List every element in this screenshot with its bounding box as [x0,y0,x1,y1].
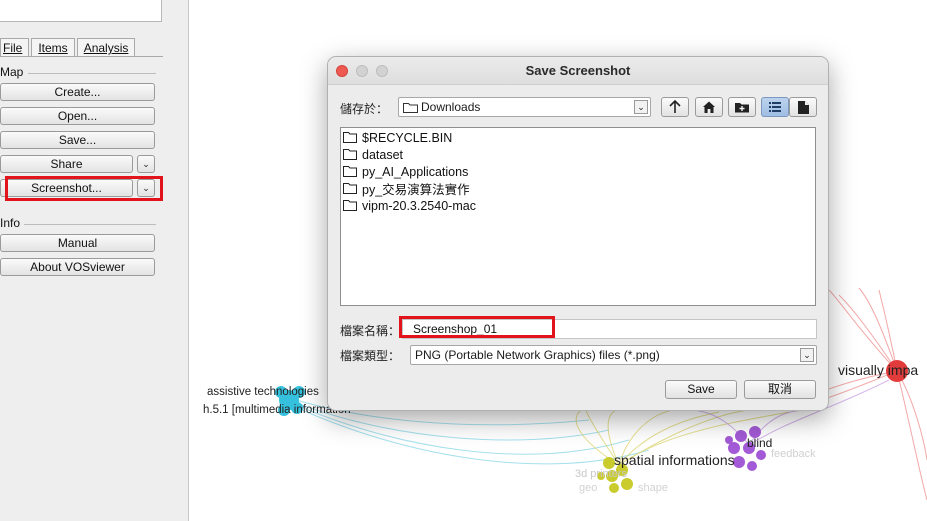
file-name: $RECYCLE.BIN [362,130,453,145]
sidebar-tabs: File Items Analysis [0,38,137,57]
folder-icon [343,200,357,211]
up-arrow-icon [669,99,681,113]
folder-icon [343,166,357,177]
filetype-label: 檔案類型： [340,349,401,363]
tab-analysis[interactable]: Analysis [76,38,136,56]
info-section-label: Info [0,216,21,230]
file-name: py_交易演算法實作 [362,183,470,197]
new-folder-icon [735,103,749,113]
about-button[interactable]: About VOSviewer [0,258,155,276]
label-3d-printers: 3d printers [575,468,627,480]
list-view-button[interactable] [761,97,789,117]
map-section-divider [28,73,156,74]
file-name: py_AI_Applications [362,164,469,179]
dialog-titlebar[interactable]: Save Screenshot [328,57,828,85]
chevron-down-icon: ⌄ [634,100,648,114]
home-button[interactable] [695,97,723,117]
sidebar-panel: File Items Analysis Map Create... Open..… [0,0,189,521]
list-item[interactable]: vipm-20.3.2540-mac [343,197,476,214]
up-folder-button[interactable] [661,97,689,117]
tab-items[interactable]: Items [31,38,75,56]
file-name: vipm-20.3.2540-mac [362,198,476,213]
tab-file[interactable]: File [0,38,30,56]
location-value: Downloads [421,100,481,114]
screenshot-highlight-box [5,176,163,201]
list-item[interactable]: $RECYCLE.BIN [343,129,452,146]
save-in-label: 儲存於： [340,102,389,116]
details-view-button[interactable] [789,97,817,117]
location-select[interactable]: Downloads ⌄ [398,97,651,117]
file-name: dataset [362,147,404,162]
new-folder-button[interactable] [728,97,756,117]
filename-label: 檔案名稱： [340,324,401,338]
dialog-title: Save Screenshot [525,63,631,78]
info-section-divider [24,224,156,225]
list-item[interactable]: dataset [343,146,403,163]
map-section-label: Map [0,65,24,79]
dialog-save-button[interactable]: Save [665,380,737,399]
label-blind: blind [747,436,773,450]
save-screenshot-dialog: Save Screenshot 儲存於： Downloads ⌄ $RECYCL… [327,56,829,411]
label-geo: geo [579,482,598,494]
create-button[interactable]: Create... [0,83,155,101]
folder-icon [343,149,357,160]
details-view-icon [798,101,809,114]
home-icon [703,101,715,113]
top-panel-box [0,0,162,22]
folder-icon [343,183,357,194]
filename-highlight-box [399,316,555,338]
file-list[interactable]: $RECYCLE.BIN dataset py_AI_Applications … [340,127,816,306]
open-button[interactable]: Open... [0,107,155,125]
filetype-value: PNG (Portable Network Graphics) files (*… [415,348,660,362]
manual-button[interactable]: Manual [0,234,155,252]
filetype-select[interactable]: PNG (Portable Network Graphics) files (*… [410,345,817,365]
label-spatial-informations: spatial informations [614,452,735,468]
share-button[interactable]: Share [0,155,133,173]
list-item[interactable]: py_交易演算法實作 [343,180,470,197]
folder-icon [403,103,418,113]
label-shape: shape [638,482,668,494]
label-assistive-technologies: assistive technologies [207,386,319,398]
label-visually-impaired: visually impa [838,362,919,378]
chevron-down-icon: ⌄ [800,348,814,362]
dialog-cancel-button[interactable]: 取消 [744,380,816,399]
label-feedback: feedback [771,448,816,460]
list-item[interactable]: py_AI_Applications [343,163,468,180]
share-dropdown-chevron-down-icon[interactable]: ⌄ [137,155,155,173]
folder-icon [343,132,357,143]
save-button[interactable]: Save... [0,131,155,149]
list-view-icon [769,102,781,112]
tab-divider [0,56,163,57]
